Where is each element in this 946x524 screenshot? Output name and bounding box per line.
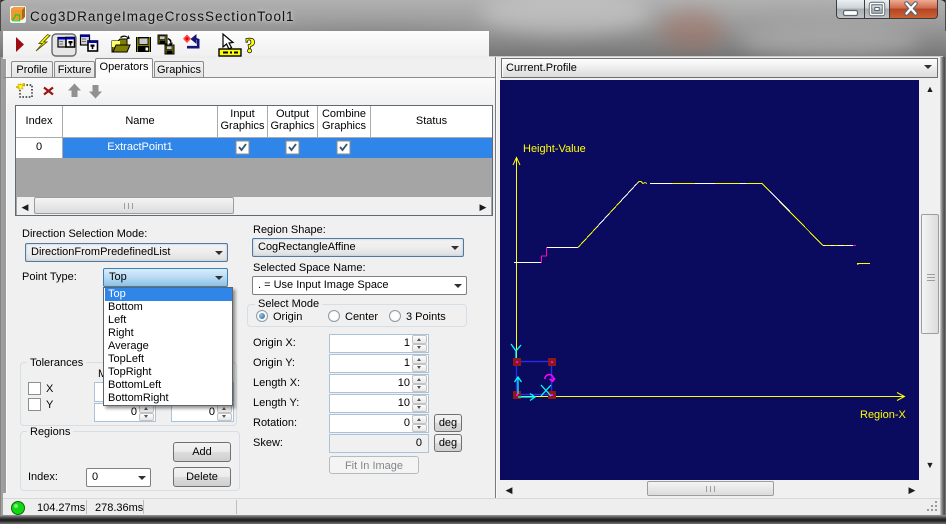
svg-text:Region-X: Region-X (860, 409, 907, 421)
svg-text:Height-Value: Height-Value (523, 143, 586, 155)
svg-text:?: ? (245, 34, 256, 58)
